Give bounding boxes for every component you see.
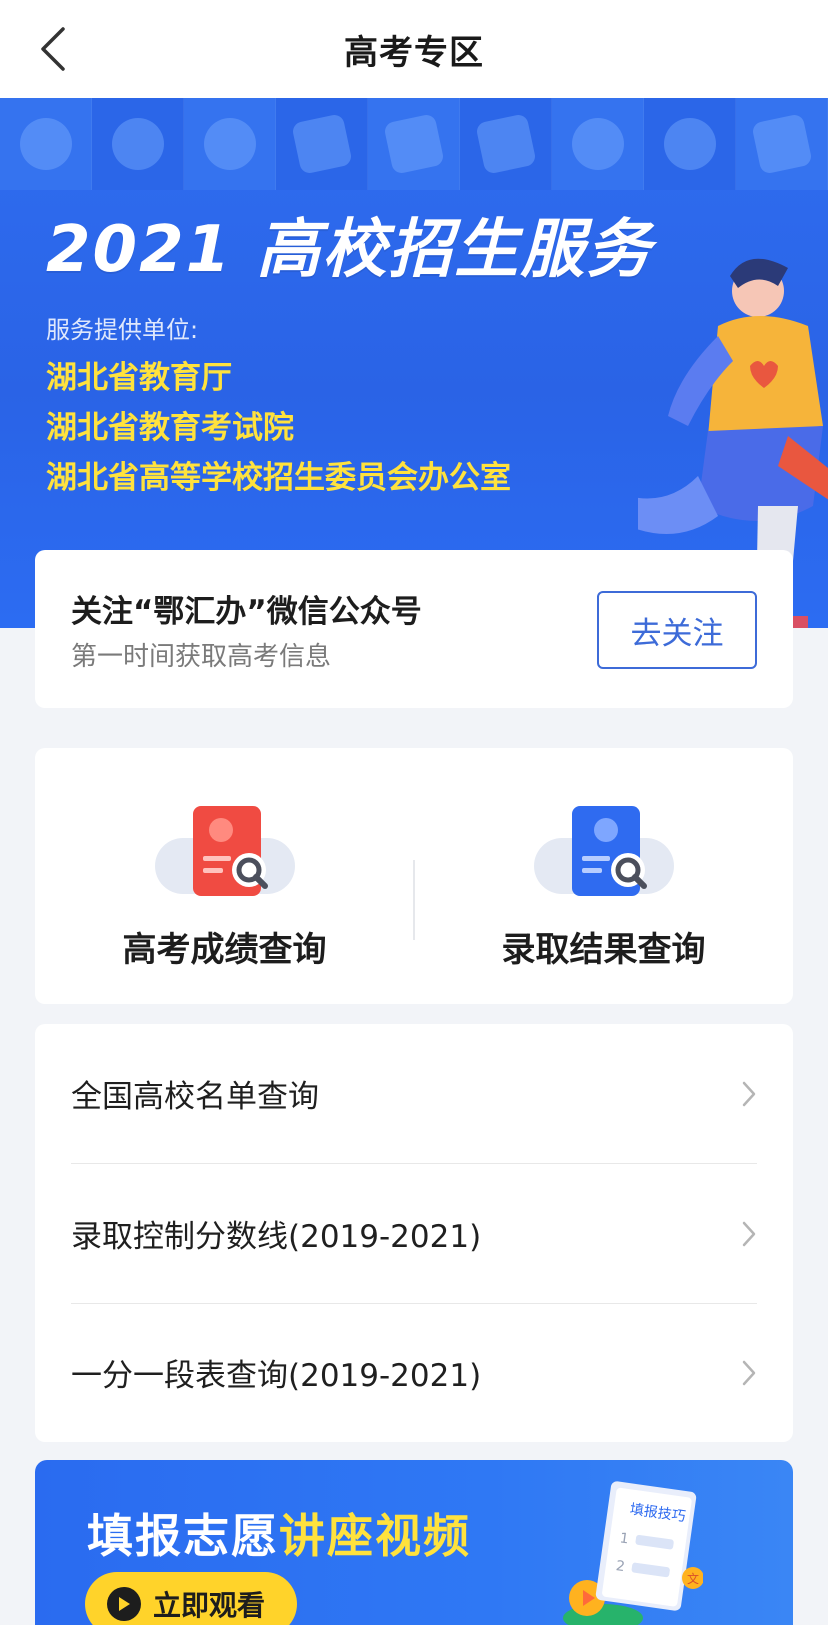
list-item-university-list[interactable]: 全国高校名单查询 [71, 1024, 757, 1163]
list-item-control-score-line[interactable]: 录取控制分数线(2019-2021) [71, 1164, 757, 1303]
play-icon [107, 1587, 141, 1621]
hero-provider: 湖北省高等学校招生委员会办公室 [46, 460, 511, 496]
decor-hand-icon [663, 118, 716, 170]
decor-rocket-icon [571, 118, 624, 170]
decor-clock-icon [111, 118, 164, 170]
decor-tile [92, 98, 184, 190]
list-item-label: 一分一段表查询(2019-2021) [71, 1358, 482, 1394]
hero-provider-label: 服务提供单位: [46, 316, 199, 344]
decor-tile [276, 98, 368, 190]
tips-book-illustration: 填报技巧 1 2 文 [563, 1481, 703, 1625]
admission-query-label: 录取结果查询 [501, 930, 706, 970]
list-item-label: 录取控制分数线(2019-2021) [71, 1219, 482, 1255]
back-button[interactable] [28, 24, 76, 74]
follow-subtitle: 第一时间获取高考信息 [71, 642, 332, 672]
hero-banner: 2021 高校招生服务 服务提供单位: 湖北省教育厅 湖北省教育考试院 湖北省高… [0, 98, 828, 628]
lecture-title-part1: 填报志愿 [87, 1509, 279, 1563]
page-title: 高考专区 [344, 32, 484, 73]
hero-provider: 湖北省教育厅 [46, 360, 232, 396]
decor-brush-icon [382, 113, 445, 175]
chevron-right-icon [742, 1360, 756, 1385]
score-certificate-search-icon [154, 806, 295, 896]
decor-paper-icon [474, 113, 537, 175]
decor-clock-icon [19, 118, 72, 170]
book-badge: 文 [687, 1571, 699, 1586]
decor-heart-icon [203, 118, 256, 170]
list-item-score-distribution[interactable]: 一分一段表查询(2019-2021) [71, 1303, 757, 1442]
lecture-title-part2: 讲座视频 [279, 1509, 471, 1563]
navigation-bar: 高考专区 [0, 0, 828, 98]
query-list-card: 全国高校名单查询 录取控制分数线(2019-2021) 一分一段表查询(2019… [35, 1024, 793, 1442]
admission-query-button[interactable]: 录取结果查询 [414, 748, 793, 1004]
watch-now-button[interactable]: 立即观看 [85, 1572, 297, 1625]
decor-book-icon [750, 113, 813, 175]
chevron-left-icon [41, 27, 65, 71]
follow-title: 关注“鄂汇办”微信公众号 [71, 594, 422, 630]
follow-wechat-card: 关注“鄂汇办”微信公众号 第一时间获取高考信息 去关注 [35, 550, 793, 708]
hero-provider: 湖北省教育考试院 [46, 410, 294, 446]
decor-tile [460, 98, 552, 190]
chevron-right-icon [742, 1221, 756, 1246]
chevron-right-icon [742, 1081, 756, 1106]
decor-books-icon [290, 113, 353, 175]
hero-title: 2021 高校招生服务 [46, 213, 653, 287]
score-query-button[interactable]: 高考成绩查询 [35, 748, 414, 1004]
admission-certificate-search-icon [533, 806, 674, 896]
decor-tile [184, 98, 276, 190]
follow-button[interactable]: 去关注 [597, 591, 757, 669]
decor-tile [0, 98, 92, 190]
lecture-title: 填报志愿讲座视频 [87, 1500, 471, 1566]
query-card: 高考成绩查询 录取结果查询 [35, 748, 793, 1004]
list-item-label: 全国高校名单查询 [71, 1079, 319, 1115]
decor-tile [368, 98, 460, 190]
lecture-video-banner[interactable]: 填报志愿讲座视频 立即观看 填报技巧 1 2 文 [35, 1460, 793, 1625]
watch-now-label: 立即观看 [153, 1589, 266, 1622]
score-query-label: 高考成绩查询 [122, 930, 327, 970]
decor-tile [552, 98, 644, 190]
